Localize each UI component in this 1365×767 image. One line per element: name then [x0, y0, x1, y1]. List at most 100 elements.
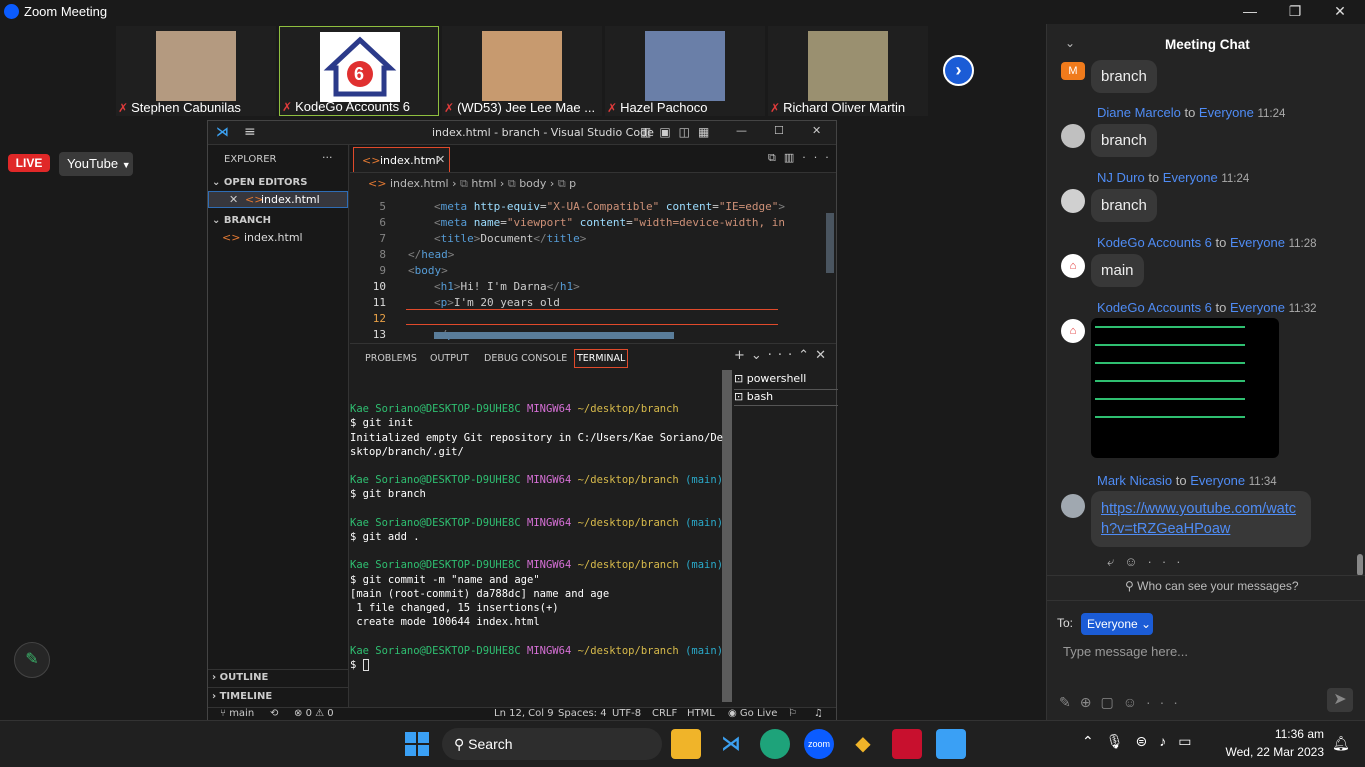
clock-date[interactable]: Wed, 22 Mar 2023: [1222, 745, 1324, 759]
participant-video: [645, 31, 725, 101]
avatar: M: [1061, 62, 1085, 80]
edge-icon[interactable]: [760, 729, 790, 759]
message-input[interactable]: Type message here...: [1063, 644, 1188, 659]
privacy-link[interactable]: ⚲ Who can see your messages?: [1125, 579, 1299, 593]
outline-section[interactable]: › OUTLINE: [212, 672, 268, 683]
next-participants-button[interactable]: ›: [943, 55, 974, 86]
window-title: Zoom Meeting: [24, 4, 108, 19]
system-tray-icons[interactable]: ⌃🎙︎⊜♪▭: [1082, 733, 1203, 750]
caret-down-icon: ▼: [121, 160, 131, 170]
vs-close-button[interactable]: ✕: [812, 124, 821, 137]
chat-toolbar-icons[interactable]: ✎⊕▢☺···: [1059, 694, 1187, 711]
message-actions-icons[interactable]: ⤶☺···: [1107, 554, 1191, 570]
close-tab-icon[interactable]: ✕: [436, 153, 445, 166]
layout-icons[interactable]: ▥▣◫▦: [640, 125, 717, 139]
tab-terminal[interactable]: TERMINAL: [574, 349, 629, 368]
restore-button[interactable]: ❐: [1285, 2, 1305, 22]
participant-tile[interactable]: ✗ Richard Oliver Martin: [768, 26, 928, 116]
breadcrumb: <> index.html › ⧉ html › ⧉ body › ⧉ p: [368, 177, 577, 190]
acrobat-icon[interactable]: [892, 729, 922, 759]
problems-status[interactable]: ⊗ 0 ⚠ 0: [294, 708, 334, 719]
message-text: branch: [1091, 189, 1157, 222]
bell-icon[interactable]: ♫: [814, 708, 823, 719]
breadcrumb-body[interactable]: body: [519, 177, 546, 190]
meeting-chat-panel: ⌄ Meeting Chat M branch Diane Marcelo to…: [1046, 24, 1365, 720]
terminal-item-bash[interactable]: ⊡ bash: [734, 389, 838, 406]
mic-muted-icon: ✗: [282, 100, 293, 114]
message-link[interactable]: https://www.youtube.com/watch?v=tRZGeaHP…: [1091, 491, 1311, 547]
vscode-window: ⋊ ≡ index.html - branch - Visual Studio …: [207, 120, 838, 720]
breadcrumb-html[interactable]: html: [471, 177, 496, 190]
vs-minimize-button[interactable]: —: [736, 124, 747, 137]
participant-tile[interactable]: ✗ Stephen Cabunilas: [116, 26, 276, 116]
participant-video: 6: [320, 32, 400, 102]
windows-start-icon[interactable]: [405, 732, 429, 756]
branch-status[interactable]: ⑂ main: [220, 708, 254, 719]
avatar: [1061, 124, 1085, 148]
menu-icon[interactable]: ≡: [244, 124, 256, 140]
taskbar-search[interactable]: ⚲ Search: [442, 728, 662, 760]
terminal-icon: ⊡: [734, 390, 744, 403]
html-file-icon: <>: [362, 154, 381, 167]
vs-maximize-button[interactable]: ☐: [774, 124, 784, 137]
participant-tile[interactable]: ✗ (WD53) Jee Lee Mae ...: [442, 26, 602, 116]
tab-debug-console[interactable]: DEBUG CONSOLE: [484, 353, 567, 364]
tab-output[interactable]: OUTPUT: [430, 353, 469, 364]
participant-name: Richard Oliver Martin: [783, 100, 906, 115]
participant-video: [482, 31, 562, 101]
notifications-icon[interactable]: 🔔︎: [1332, 735, 1350, 752]
recipient-dropdown[interactable]: Everyone ⌄: [1081, 613, 1153, 635]
file-explorer-icon[interactable]: [671, 729, 701, 759]
timeline-section[interactable]: › TIMELINE: [212, 691, 272, 702]
go-live-button[interactable]: ◉ Go Live: [728, 708, 777, 719]
zoom-logo-icon: [4, 4, 19, 19]
vscode-taskbar-icon[interactable]: ⋊: [716, 729, 746, 759]
open-editor-item[interactable]: ✕ <> index.html: [208, 191, 348, 208]
zoom-taskbar-icon[interactable]: zoom: [804, 729, 834, 759]
annotate-pencil-icon[interactable]: ✎: [14, 642, 50, 678]
participant-tile[interactable]: ✗ Hazel Pachoco: [605, 26, 765, 116]
folder-file-item[interactable]: <> index.html: [222, 231, 303, 244]
live-badge: LIVE: [8, 154, 50, 172]
editor-tabbar: <> index.html ✕ ⧉▥···: [350, 145, 836, 173]
more-actions-icon[interactable]: ···: [322, 151, 333, 164]
breadcrumb-file[interactable]: index.html: [390, 177, 449, 190]
window-titlebar: Zoom Meeting — ❐ ✕: [0, 0, 1346, 24]
chat-scrollbar[interactable]: [1357, 554, 1363, 576]
editor-tab[interactable]: <> index.html ✕: [353, 147, 450, 172]
indentation[interactable]: Spaces: 4: [558, 708, 607, 719]
minimize-button[interactable]: —: [1240, 2, 1260, 22]
clock-time[interactable]: 11:36 am: [1258, 727, 1324, 741]
breadcrumb-p[interactable]: p: [569, 177, 576, 190]
feedback-icon[interactable]: ⚐: [788, 708, 797, 719]
tab-label: index.html: [380, 154, 439, 167]
livestream-platform-dropdown[interactable]: YouTube ▼: [59, 152, 133, 176]
message-text: branch: [1091, 60, 1157, 93]
eol[interactable]: CRLF: [652, 708, 677, 719]
terminal-screenshot-image[interactable]: [1091, 318, 1279, 458]
open-editor-label: index.html: [261, 193, 320, 206]
tab-problems[interactable]: PROBLEMS: [365, 353, 417, 364]
encoding[interactable]: UTF-8: [612, 708, 641, 719]
panel-actions-icons[interactable]: +⌄···⌃✕: [734, 348, 832, 363]
explorer-sidebar: EXPLORER ··· ⌄ OPEN EDITORS ✕ <> index.h…: [208, 145, 349, 707]
cursor-position[interactable]: Ln 12, Col 9: [494, 708, 554, 719]
send-icon[interactable]: ➤: [1327, 688, 1353, 712]
git-icon[interactable]: ◆: [848, 729, 878, 759]
language-mode[interactable]: HTML: [687, 708, 715, 719]
open-editors-section[interactable]: ⌄ OPEN EDITORS: [212, 177, 307, 188]
editor-actions-icons[interactable]: ⧉▥···: [768, 151, 837, 165]
sync-icon[interactable]: ⟲: [270, 708, 278, 719]
mic-muted-icon: ✗: [607, 101, 618, 115]
terminal-item-powershell[interactable]: ⊡ powershell: [734, 372, 838, 389]
html-file-icon: <>: [222, 231, 241, 244]
terminal-output[interactable]: Kae Soriano@DESKTOP-D9UHE8C MINGW64 ~/de…: [350, 388, 726, 700]
folder-section[interactable]: ⌄ BRANCH: [212, 215, 271, 226]
platform-label: YouTube: [67, 156, 119, 171]
participant-tile[interactable]: 6 ✗ KodeGo Accounts 6: [279, 26, 439, 116]
close-icon[interactable]: ✕: [229, 193, 238, 206]
close-button[interactable]: ✕: [1330, 2, 1350, 22]
code-editor[interactable]: 5 6 7 8 9 10 11 12 13 <meta http-equiv="…: [350, 191, 834, 341]
collapse-chevron-icon[interactable]: ⌄: [1065, 36, 1075, 50]
photos-icon[interactable]: [936, 729, 966, 759]
